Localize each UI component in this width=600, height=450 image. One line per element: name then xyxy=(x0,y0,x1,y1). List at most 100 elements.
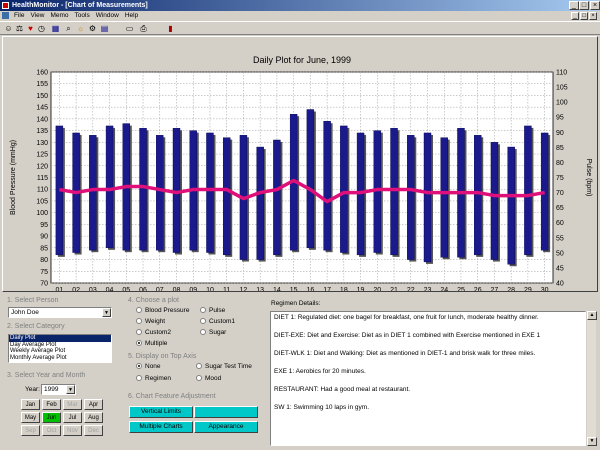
search-icon[interactable]: ⌕ xyxy=(63,24,74,34)
bar xyxy=(256,146,264,260)
menu-memo[interactable]: Memo xyxy=(47,11,71,21)
bar xyxy=(490,142,499,260)
radio-sugar-test-time[interactable]: Sugar Test Time xyxy=(196,363,252,371)
x-tick-label: 22 xyxy=(407,287,415,291)
radio-sugar[interactable]: Sugar xyxy=(200,329,226,337)
regimen-line: DIET-WLK 1: Diet and Walking: Diet as me… xyxy=(274,350,536,357)
y2-tick-label: 100 xyxy=(556,100,568,107)
regimen-line: EXE 1: Aerobics for 20 minutes. xyxy=(274,368,366,375)
x-tick-label: 03 xyxy=(89,287,97,291)
chart-title: Daily Plot for June, 1999 xyxy=(253,55,351,65)
regimen-line: DIET-EXE: Diet and Exercise: Diet as in … xyxy=(274,332,541,339)
radio-blood-pressure[interactable]: Blood Pressure xyxy=(136,307,189,315)
bar xyxy=(206,132,214,253)
vertical-limits-button[interactable]: Vertical Limits xyxy=(129,406,193,418)
regimen-line: DIET 1: Regulated diet: one bagel for br… xyxy=(274,314,539,321)
window-title: HealthMonitor - [Chart of Measurements] xyxy=(12,2,148,9)
clock-icon[interactable]: ◷ xyxy=(36,24,47,34)
month-button-may[interactable]: May xyxy=(21,412,40,423)
scroll-down-icon[interactable]: ▼ xyxy=(587,437,597,446)
exit-icon[interactable]: ▮ xyxy=(165,24,176,34)
month-button-jul[interactable]: Jul xyxy=(63,412,82,423)
month-button-dec[interactable]: Dec xyxy=(84,425,103,436)
x-tick-label: 06 xyxy=(139,287,147,291)
y2-axis-label: Pulse (bpm) xyxy=(585,159,592,197)
bar xyxy=(340,125,348,253)
close-button[interactable]: × xyxy=(590,1,600,10)
multiple-charts-button[interactable]: Multiple Charts xyxy=(129,421,193,433)
list-item[interactable]: Monthly Average Plot xyxy=(9,355,111,362)
radio-pulse[interactable]: Pulse xyxy=(200,307,225,315)
menu-tools[interactable]: Tools xyxy=(72,11,93,21)
month-button-aug[interactable]: Aug xyxy=(84,412,103,423)
chevron-down-icon[interactable]: ▼ xyxy=(66,385,75,394)
y2-tick-label: 40 xyxy=(556,281,564,288)
radio-regimen[interactable]: Regimen xyxy=(136,375,171,383)
category-list[interactable]: Daily Plot Day Average Plot Weekly Avera… xyxy=(8,334,112,363)
menu-window[interactable]: Window xyxy=(93,11,122,21)
x-tick-label: 13 xyxy=(256,287,264,291)
chart-icon[interactable]: ▦ xyxy=(50,24,61,34)
radio-mood[interactable]: Mood xyxy=(196,375,221,383)
month-button-sep[interactable]: Sep xyxy=(21,425,40,436)
menu-file[interactable]: File xyxy=(11,11,27,21)
y2-tick-label: 70 xyxy=(556,190,564,197)
month-button-apr[interactable]: Apr xyxy=(84,399,103,410)
y-tick-label: 100 xyxy=(36,210,48,217)
y2-tick-label: 65 xyxy=(556,205,564,212)
regimen-line: RESTAURANT: Had a good meal at restauran… xyxy=(274,386,411,393)
radio-custom2[interactable]: Custom2 xyxy=(136,329,171,337)
radio-none[interactable]: None xyxy=(136,363,161,371)
y2-tick-label: 85 xyxy=(556,145,564,152)
month-button-nov[interactable]: Nov xyxy=(63,425,82,436)
x-tick-label: 24 xyxy=(440,287,448,291)
bar xyxy=(407,135,415,260)
print-icon[interactable]: ⎙ xyxy=(138,24,149,34)
document-icon[interactable]: ▭ xyxy=(124,24,135,34)
bar xyxy=(89,135,97,251)
y-tick-label: 145 xyxy=(36,105,48,112)
mdi-close-button[interactable]: × xyxy=(589,12,597,20)
minimize-button[interactable]: _ xyxy=(569,1,579,10)
x-tick-label: 07 xyxy=(156,287,164,291)
blank-feature-button[interactable] xyxy=(194,406,258,418)
month-button-mar[interactable]: Mar xyxy=(63,399,82,410)
mdi-minimize-button[interactable]: _ xyxy=(571,12,579,20)
menu-view[interactable]: View xyxy=(27,11,47,21)
month-button-jun[interactable]: Jun xyxy=(42,412,61,423)
month-button-oct[interactable]: Oct xyxy=(42,425,61,436)
month-button-jan[interactable]: Jan xyxy=(21,399,40,410)
year-select[interactable]: 1999 ▼ xyxy=(41,384,76,395)
radio-multiple[interactable]: Multiple xyxy=(136,340,167,348)
bar xyxy=(507,146,515,265)
regimen-title: Regimen Details: xyxy=(271,300,321,307)
year-label: Year: xyxy=(25,386,40,393)
appearance-button[interactable]: Appearance xyxy=(194,421,258,433)
person-icon[interactable]: ☺ xyxy=(3,24,14,34)
x-tick-label: 09 xyxy=(189,287,197,291)
scale-icon[interactable]: ⚖ xyxy=(14,24,25,34)
grid-icon[interactable]: ▤ xyxy=(99,24,110,34)
gear-icon[interactable]: ⚙ xyxy=(87,24,98,34)
scroll-up-icon[interactable]: ▲ xyxy=(587,311,597,320)
chart-panel: Daily Plot for June, 1999 70 75 80 85 90 95 100… xyxy=(2,36,598,294)
bar xyxy=(105,125,114,249)
chevron-down-icon[interactable]: ▼ xyxy=(102,308,111,317)
y-tick-label: 80 xyxy=(40,257,48,264)
bar xyxy=(440,137,448,258)
radio-weight[interactable]: Weight xyxy=(136,318,165,326)
y-tick-label: 160 xyxy=(36,70,48,77)
heart-icon[interactable]: ♥ xyxy=(25,24,36,34)
scrollbar[interactable]: ▲ ▼ xyxy=(586,311,597,446)
person-select[interactable]: John Doe ▼ xyxy=(8,307,112,318)
sun-icon[interactable]: ☼ xyxy=(75,24,86,34)
radio-custom1[interactable]: Custom1 xyxy=(200,318,235,326)
mdi-restore-button[interactable]: □ xyxy=(580,12,588,20)
menu-help[interactable]: Help xyxy=(122,11,141,21)
month-button-feb[interactable]: Feb xyxy=(42,399,61,410)
regimen-text[interactable]: DIET 1: Regulated diet: one bagel for br… xyxy=(270,311,586,446)
y-tick-label: 115 xyxy=(37,175,48,182)
bar xyxy=(273,139,281,256)
title-bar[interactable]: HealthMonitor - [Chart of Measurements] xyxy=(0,0,600,11)
maximize-button[interactable]: □ xyxy=(579,1,589,10)
